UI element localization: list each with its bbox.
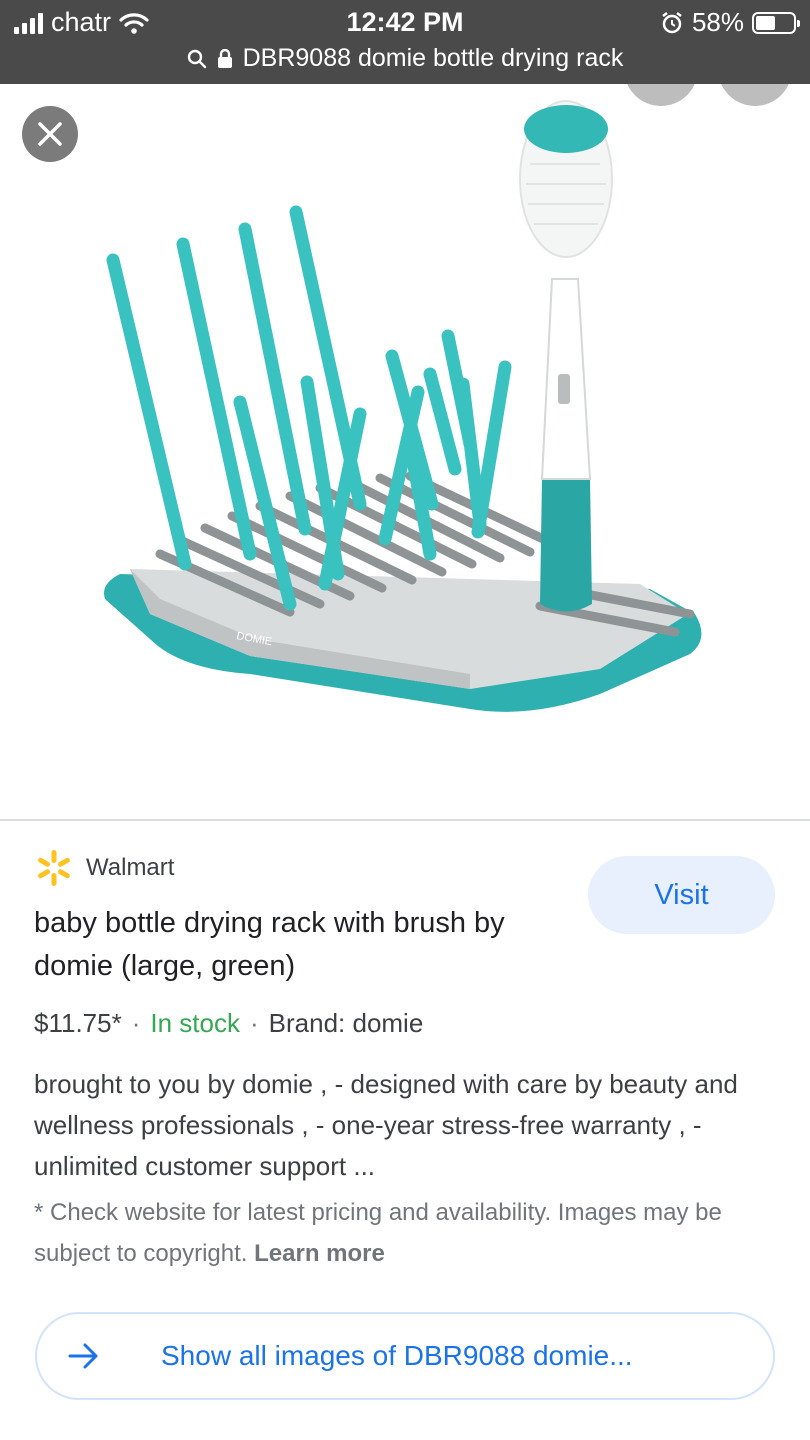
lock-icon [217,48,232,68]
search-icon [187,49,206,68]
status-bar: chatr 12:42 PM 58% DBR9088 domie bottle … [0,0,810,84]
disclaimer: * Check website for latest pricing and a… [34,1192,779,1274]
result-description: brought to you by domie , - designed wit… [34,1069,738,1181]
separator-dot: · [249,1008,259,1038]
price: $11.75* [34,1008,122,1038]
show-all-images-button[interactable]: Show all images of DBR9088 domie... [35,1312,775,1400]
brand: Brand: domie [268,1008,424,1038]
stock-status: In stock [150,1008,240,1038]
separator-dot: · [131,1008,141,1038]
result-title[interactable]: baby bottle drying rack with brush by do… [34,902,574,988]
url-title: DBR9088 domie bottle drying rack [242,44,624,72]
alarm-icon [662,11,682,33]
battery-icon [752,11,800,34]
url-bar[interactable]: DBR9088 domie bottle drying rack [0,44,810,73]
status-right: 58% [660,7,800,38]
show-all-label: Show all images of DBR9088 domie... [161,1340,633,1371]
divider [0,819,810,821]
source-row[interactable]: Walmart [34,848,174,888]
battery-percent: 58% [691,7,744,37]
close-icon [38,122,62,146]
image-viewer: DOMIE [0,84,810,819]
battery-fill [756,15,776,30]
arrow-right-icon [67,1341,127,1371]
learn-more-link[interactable]: Learn more [254,1240,385,1267]
source-name: Walmart [86,854,175,881]
close-button[interactable] [22,106,78,162]
product-image: DOMIE [104,100,702,712]
visit-button[interactable]: Visit [588,856,775,934]
walmart-spark-icon [38,850,70,886]
price-row: $11.75* · In stock · Brand: domie [34,1008,423,1039]
